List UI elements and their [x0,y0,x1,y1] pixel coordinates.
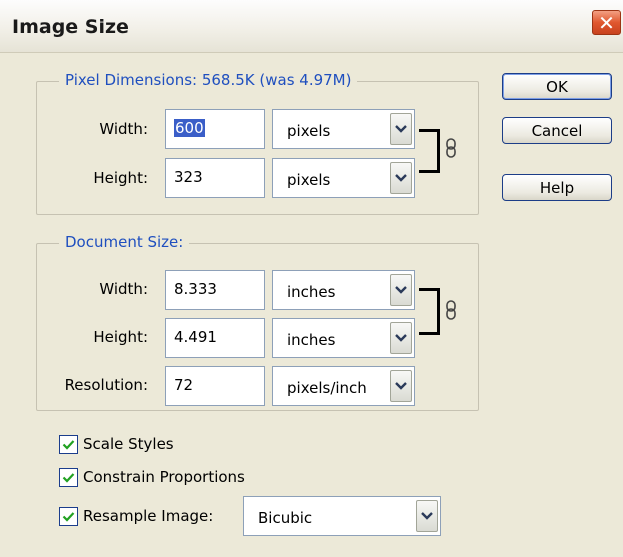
dialog-title: Image Size [12,16,129,38]
help-button[interactable]: Help [502,174,612,201]
cancel-button-label: Cancel [531,121,583,140]
doc-height-unit: inches [287,331,336,349]
resolution-unit: pixels/inch [287,379,367,397]
pixel-link-bracket-bottom [419,170,440,173]
doc-height-value: 4.491 [174,328,217,346]
chain-link-icon [446,138,456,158]
doc-width-unit: inches [287,283,336,301]
constrain-proportions-checkbox[interactable] [59,468,78,487]
pixel-link-bracket-side [437,129,440,173]
title-bar: Image Size ✕ [0,0,623,53]
constrain-proportions-label[interactable]: Constrain Proportions [83,468,245,486]
pixel-width-unit-select[interactable]: pixels [272,109,415,149]
pixel-dimensions-legend: Pixel Dimensions: 568.5K (was 4.97M) [59,71,358,89]
chevron-down-icon[interactable] [390,370,412,402]
pixel-width-input[interactable]: 600 [165,109,265,149]
doc-height-unit-select[interactable]: inches [272,318,415,358]
resolution-input[interactable]: 72 [165,366,265,406]
scale-styles-checkbox[interactable] [59,435,78,454]
doc-height-input[interactable]: 4.491 [165,318,265,358]
checkmark-icon [62,440,75,450]
help-button-label: Help [539,178,575,197]
ok-button[interactable]: OK [502,73,612,100]
doc-height-label: Height: [93,328,148,346]
resample-image-checkbox[interactable] [59,507,78,526]
ok-button-label: OK [546,77,568,96]
chevron-down-icon[interactable] [390,274,412,306]
chevron-down-icon[interactable] [416,500,438,532]
scale-styles-label[interactable]: Scale Styles [83,435,174,453]
doc-width-label: Width: [99,280,148,298]
image-size-dialog: Image Size ✕ Pixel Dimensions: 568.5K (w… [0,0,623,557]
checkmark-icon [62,473,75,483]
pixel-width-label: Width: [99,120,148,138]
pixel-height-label: Height: [93,169,148,187]
doc-link-bracket-side [437,288,440,335]
resample-method-select[interactable]: Bicubic [243,496,441,536]
chevron-down-icon[interactable] [390,113,412,145]
resolution-value: 72 [174,376,194,394]
chain-link-icon [446,300,456,320]
resample-method-value: Bicubic [258,509,313,527]
resolution-unit-select[interactable]: pixels/inch [272,366,415,406]
pixel-width-value: 600 [174,119,205,137]
checkmark-icon [62,512,75,522]
doc-link-bracket-bottom [419,332,440,335]
doc-width-unit-select[interactable]: inches [272,270,415,310]
doc-width-input[interactable]: 8.333 [165,270,265,310]
doc-width-value: 8.333 [174,280,217,298]
chevron-down-icon[interactable] [390,162,412,194]
pixel-height-unit-select[interactable]: pixels [272,158,415,198]
cancel-button[interactable]: Cancel [502,117,612,144]
pixel-height-unit: pixels [287,171,331,189]
resample-image-label[interactable]: Resample Image: [83,507,213,525]
close-x-icon: ✕ [598,10,615,35]
document-size-legend: Document Size: [59,233,190,251]
pixel-height-value: 323 [174,168,203,186]
chevron-down-icon[interactable] [390,322,412,354]
pixel-width-unit: pixels [287,122,331,140]
close-button[interactable]: ✕ [592,10,621,35]
resolution-label: Resolution: [64,376,148,394]
pixel-height-input[interactable]: 323 [165,158,265,198]
